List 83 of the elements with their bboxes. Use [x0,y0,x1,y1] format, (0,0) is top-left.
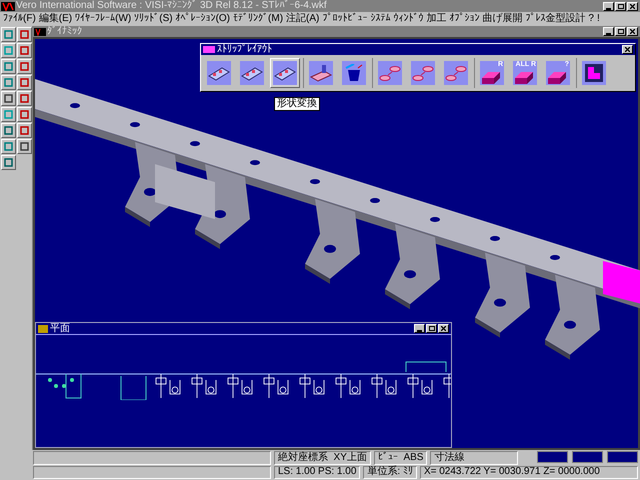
minimize-button[interactable] [414,324,425,333]
minimize-icon [417,330,422,332]
strip-pieces-icon [412,64,434,82]
strip-tool-button[interactable] [339,58,369,88]
app-logo-icon [1,2,15,10]
close-button[interactable] [627,2,638,10]
tool-button[interactable] [1,59,16,74]
maximize-icon [428,326,434,331]
status-text: 寸法線 [430,451,518,464]
menu-item[interactable]: 編集(E) [38,14,72,24]
maximize-icon [618,29,624,34]
menu-item[interactable]: 注記(A) [286,14,320,24]
strip-tool-button[interactable] [306,58,336,88]
status-text: 絶対座標系 XY上面 [274,451,371,464]
tool-button[interactable] [16,91,32,106]
menu-item[interactable]: ﾓﾃﾞﾘﾝｸﾞ(M) [233,14,284,24]
close-icon [630,4,635,8]
maximize-icon [618,4,624,8]
maximize-button[interactable] [615,27,626,36]
maximize-button[interactable] [615,2,626,10]
app-logo-icon [34,28,46,36]
close-icon [625,47,630,52]
menu-item[interactable]: ﾜｲﾔｰﾌﾚｰﾑ(W) [75,14,132,24]
strip-tool-button[interactable] [270,58,300,88]
menu-item[interactable]: ? [588,14,594,24]
tool-button[interactable] [1,43,16,58]
block-icon [515,72,533,84]
menu-item[interactable]: ﾌﾟﾚｽ金型設計 [525,14,586,24]
tool-button[interactable] [16,139,32,154]
tool-button[interactable] [1,139,16,154]
plan-window-title: 平面 [50,324,71,334]
status-text: X= 0243.722 Y= 0030.971 Z= 0000.000 [420,466,638,479]
close-button[interactable] [438,324,449,333]
close-button[interactable] [627,27,638,36]
block-icon [548,72,566,84]
tool-button[interactable] [1,91,16,106]
tool-button[interactable] [1,107,16,122]
block-icon [482,72,500,84]
menu-item[interactable]: ｼｽﾃﾑ [370,14,390,24]
strip-tool-button[interactable] [204,58,234,88]
close-icon [441,326,446,331]
toolbar-logo-icon [203,46,215,53]
maximize-button[interactable] [426,324,437,333]
menu-item[interactable]: 曲げ展開 [482,14,522,24]
bucket-icon [343,64,365,82]
tool-button[interactable] [16,27,32,42]
menu-item[interactable]: ﾌｧｲﾙ(F) [3,14,36,24]
tool-button[interactable] [1,123,16,138]
minimize-button[interactable] [603,27,614,36]
menu-item[interactable]: ｿﾘｯﾄﾞ(S) [134,14,173,24]
strip-tool-button[interactable] [237,58,267,88]
menu-item[interactable]: ｵﾌﾟｼｮﾝ [449,14,480,24]
tool-button[interactable] [16,43,32,58]
strip-tool-button[interactable] [579,58,609,88]
tool-button[interactable] [1,75,16,90]
close-icon [630,29,635,34]
corner-shape-icon [584,63,604,83]
tooltip: 形状変換 [274,97,320,111]
strip-pieces-icon [379,64,401,82]
menu-item[interactable]: ﾌﾟﾛｯﾄﾋﾞｭｰ [322,14,368,24]
status-text: ﾋﾞｭｰ ABS [374,451,428,464]
menu-item[interactable]: ! [596,14,600,24]
minimize-icon [606,8,611,10]
minimize-button[interactable] [603,2,614,10]
window-title: Vero International Software : VISI-ﾏｼﾆﾝｸﾞ 3D Rel 8.12 - STﾚﾊﾞｰ6-4.wkf [16,1,328,11]
status-text: 単位系: ﾐﾘ [363,466,417,479]
tool-button[interactable] [16,75,32,90]
strip-pieces-icon [445,64,467,82]
menu-item[interactable]: ｳｨﾝﾄﾞｳ [393,14,424,24]
menu-item[interactable]: 加工 [426,14,446,24]
tool-button[interactable] [16,123,32,138]
status-text: LS: 1.00 PS: 1.00 [274,466,360,479]
tool-button[interactable] [16,107,32,122]
punch-tower-icon [310,64,332,82]
tool-button[interactable] [1,27,16,42]
menu-item[interactable]: ｵﾍﾟﾚｰｼｮﾝ(O) [176,14,230,24]
app-logo-icon [38,324,48,332]
minimize-icon [606,33,611,35]
viewport-title: ﾀﾞｲﾅﾐｯｸ [47,26,83,36]
tool-button[interactable] [1,155,16,170]
close-button[interactable] [622,45,633,54]
tool-button[interactable] [16,59,32,74]
highlighted-part [603,261,640,304]
